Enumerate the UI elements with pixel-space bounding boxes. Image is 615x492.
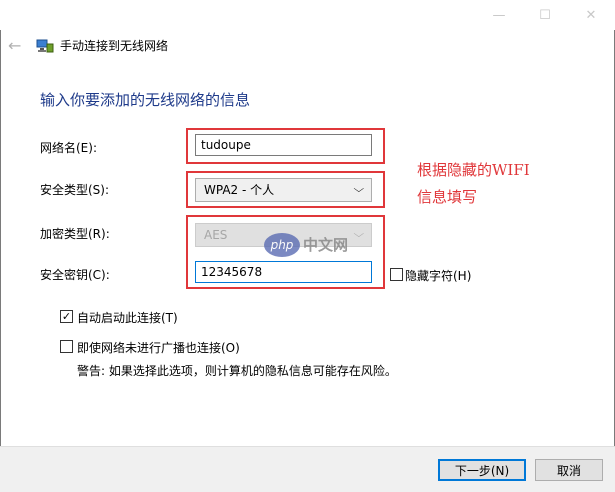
cancel-button[interactable]: 取消 — [535, 459, 603, 481]
auto-start-label: 自动启动此连接(T) — [77, 311, 178, 325]
page-heading: 输入你要添加的无线网络的信息 — [40, 91, 251, 109]
annotation-line-1: 根据隐藏的WIFI — [417, 161, 530, 179]
auto-start-checkbox[interactable]: ✓ — [60, 310, 73, 323]
chevron-down-icon: ⌵ — [353, 184, 365, 195]
connect-hidden-checkbox[interactable] — [60, 340, 73, 353]
header-title: 手动连接到无线网络 — [60, 39, 169, 53]
privacy-warning: 警告: 如果选择此选项，则计算机的隐私信息可能存在风险。 — [77, 364, 397, 378]
security-type-select[interactable]: WPA2 - 个人 ⌵ — [195, 178, 372, 202]
encryption-type-value: AES — [204, 228, 228, 242]
hide-chars-checkbox[interactable] — [390, 268, 403, 281]
security-type-value: WPA2 - 个人 — [204, 183, 275, 197]
check-icon: ✓ — [61, 310, 72, 323]
maximize-button[interactable]: ☐ — [522, 0, 568, 30]
network-name-input[interactable]: tudoupe — [195, 134, 372, 156]
security-type-label: 安全类型(S): — [40, 183, 110, 197]
back-arrow-icon[interactable]: ← — [8, 38, 24, 54]
minimize-button[interactable]: — — [476, 0, 522, 30]
hide-chars-label: 隐藏字符(H) — [405, 269, 472, 283]
security-key-label: 安全密钥(C): — [40, 268, 110, 282]
php-logo: php — [264, 233, 300, 257]
connect-hidden-label: 即使网络未进行广播也连接(O) — [77, 341, 240, 355]
network-name-label: 网络名(E): — [40, 141, 97, 155]
chevron-down-icon: ⌵ — [353, 229, 365, 240]
close-button[interactable]: ✕ — [568, 0, 614, 30]
watermark-text: 中文网 — [303, 236, 349, 254]
network-icon — [36, 39, 54, 53]
next-button[interactable]: 下一步(N) — [438, 459, 526, 481]
security-key-input[interactable]: 12345678 — [195, 261, 372, 283]
annotation-line-2: 信息填写 — [417, 188, 478, 206]
encryption-type-label: 加密类型(R): — [40, 227, 110, 241]
